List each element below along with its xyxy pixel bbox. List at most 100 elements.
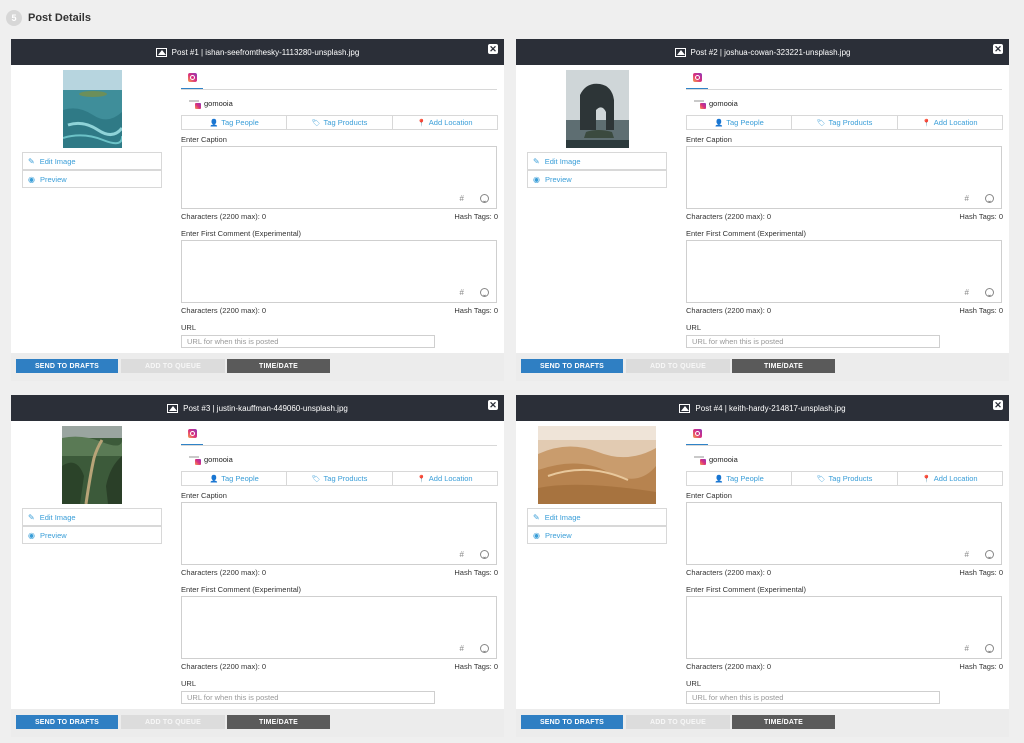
tag-buttons: 👤 Tag People 🏷 Tag Products 📍 Add Location: [686, 115, 1003, 130]
instagram-icon: [692, 429, 702, 438]
first-comment-textarea[interactable]: #: [181, 240, 497, 303]
url-input[interactable]: URL for when this is posted: [686, 335, 940, 348]
add-location-button[interactable]: 📍 Add Location: [391, 471, 498, 486]
edit-image-button[interactable]: ✎ Edit Image: [22, 508, 162, 526]
tag-people-button[interactable]: 👤 Tag People: [181, 471, 288, 486]
add-to-queue-button[interactable]: ADD TO QUEUE: [121, 359, 225, 373]
hashtag-icon[interactable]: #: [460, 550, 464, 559]
close-icon[interactable]: ✕: [488, 44, 498, 54]
tag-products-button[interactable]: 🏷 Tag Products: [791, 115, 898, 130]
add-to-queue-button[interactable]: ADD TO QUEUE: [121, 715, 225, 729]
tab-instagram[interactable]: [181, 73, 203, 90]
account-row: gomooia: [694, 453, 738, 465]
edit-image-button[interactable]: ✎ Edit Image: [527, 152, 667, 170]
caption-textarea[interactable]: #: [686, 502, 1002, 565]
time-date-button[interactable]: TIME/DATE: [227, 715, 330, 729]
tag-people-button[interactable]: 👤 Tag People: [181, 115, 288, 130]
time-date-button[interactable]: TIME/DATE: [227, 359, 330, 373]
eye-icon: ◉: [533, 174, 540, 184]
caption-textarea[interactable]: #: [181, 146, 497, 209]
sea-arch-icon: [566, 70, 629, 148]
caption-textarea[interactable]: #: [181, 502, 497, 565]
post-card-body: ✎ Edit Image ◉ Preview gomooia 👤 Tag People…: [516, 421, 1009, 709]
hashtag-icon[interactable]: #: [460, 194, 464, 203]
first-comment-textarea[interactable]: #: [686, 596, 1002, 659]
image-icon: [167, 403, 179, 413]
preview-button[interactable]: ◉ Preview: [527, 170, 667, 188]
url-input[interactable]: URL for when this is posted: [181, 335, 435, 348]
hashtag-icon[interactable]: #: [965, 194, 969, 203]
tab-instagram[interactable]: [686, 73, 708, 90]
post-card-header: Post #3 | justin-kauffman-449060-unsplas…: [11, 395, 504, 421]
add-location-button[interactable]: 📍 Add Location: [896, 115, 1003, 130]
tag-products-button[interactable]: 🏷 Tag Products: [286, 471, 393, 486]
caption-label: Enter Caption: [181, 491, 227, 500]
emoji-icon[interactable]: [985, 194, 994, 203]
caption-hashtag-count: Hash Tags: 0: [454, 212, 498, 221]
avatar: [694, 453, 706, 465]
url-label: URL: [181, 323, 197, 332]
tab-instagram[interactable]: [686, 429, 708, 446]
caption-hashtag-count: Hash Tags: 0: [454, 568, 498, 577]
emoji-icon[interactable]: [480, 644, 489, 653]
hashtag-icon[interactable]: #: [965, 288, 969, 297]
post-card-body: ✎ Edit Image ◉ Preview gomooia 👤 Tag People…: [11, 421, 504, 709]
send-to-drafts-button[interactable]: SEND TO DRAFTS: [16, 359, 118, 373]
emoji-icon[interactable]: [480, 550, 489, 559]
tag-products-button[interactable]: 🏷 Tag Products: [286, 115, 393, 130]
caption-textarea[interactable]: #: [686, 146, 1002, 209]
emoji-icon[interactable]: [985, 288, 994, 297]
hashtag-icon[interactable]: #: [460, 288, 464, 297]
time-date-button[interactable]: TIME/DATE: [732, 359, 835, 373]
send-to-drafts-button[interactable]: SEND TO DRAFTS: [16, 715, 118, 729]
edit-image-button[interactable]: ✎ Edit Image: [527, 508, 667, 526]
hashtag-icon[interactable]: #: [965, 550, 969, 559]
caption-label: Enter Caption: [686, 491, 732, 500]
hashtag-icon[interactable]: #: [965, 644, 969, 653]
hashtag-icon[interactable]: #: [460, 644, 464, 653]
pencil-icon: ✎: [533, 512, 540, 522]
add-location-button[interactable]: 📍 Add Location: [896, 471, 1003, 486]
preview-button[interactable]: ◉ Preview: [527, 526, 667, 544]
tag-products-button[interactable]: 🏷 Tag Products: [791, 471, 898, 486]
account-name: gomooia: [709, 98, 738, 108]
emoji-icon[interactable]: [985, 550, 994, 559]
add-location-button[interactable]: 📍 Add Location: [391, 115, 498, 130]
step-number-badge: 5: [6, 10, 22, 26]
post-card-header: Post #1 | ishan-seefromthesky-1113280-un…: [11, 39, 504, 65]
preview-button[interactable]: ◉ Preview: [22, 170, 162, 188]
tag-people-button[interactable]: 👤 Tag People: [686, 471, 793, 486]
post-thumbnail[interactable]: [62, 426, 122, 504]
tag-people-button[interactable]: 👤 Tag People: [686, 115, 793, 130]
url-input[interactable]: URL for when this is posted: [686, 691, 940, 704]
close-icon[interactable]: ✕: [993, 400, 1003, 410]
post-thumbnail[interactable]: [566, 70, 629, 148]
close-icon[interactable]: ✕: [488, 400, 498, 410]
send-to-drafts-button[interactable]: SEND TO DRAFTS: [521, 715, 623, 729]
eye-icon: ◉: [28, 174, 35, 184]
first-comment-textarea[interactable]: #: [686, 240, 1002, 303]
eye-icon: ◉: [28, 530, 35, 540]
person-icon: 👤: [714, 475, 724, 483]
add-to-queue-button[interactable]: ADD TO QUEUE: [626, 359, 730, 373]
account-name: gomooia: [204, 454, 233, 464]
tab-instagram[interactable]: [181, 429, 203, 446]
post-thumbnail[interactable]: [538, 426, 656, 504]
emoji-icon[interactable]: [480, 288, 489, 297]
preview-button[interactable]: ◉ Preview: [22, 526, 162, 544]
url-input[interactable]: URL for when this is posted: [181, 691, 435, 704]
first-comment-textarea[interactable]: #: [181, 596, 497, 659]
instagram-icon: [187, 429, 197, 438]
post-thumbnail[interactable]: [63, 70, 122, 148]
close-icon[interactable]: ✕: [993, 44, 1003, 54]
edit-image-button[interactable]: ✎ Edit Image: [22, 152, 162, 170]
emoji-icon[interactable]: [985, 644, 994, 653]
add-to-queue-button[interactable]: ADD TO QUEUE: [626, 715, 730, 729]
time-date-button[interactable]: TIME/DATE: [732, 715, 835, 729]
send-to-drafts-button[interactable]: SEND TO DRAFTS: [521, 359, 623, 373]
comment-char-count: Characters (2200 max): 0: [686, 662, 772, 671]
avatar: [189, 97, 201, 109]
step-header: 5 Post Details: [6, 9, 91, 27]
post-card: Post #4 | keith-hardy-214817-unsplash.jp…: [516, 395, 1009, 737]
emoji-icon[interactable]: [480, 194, 489, 203]
